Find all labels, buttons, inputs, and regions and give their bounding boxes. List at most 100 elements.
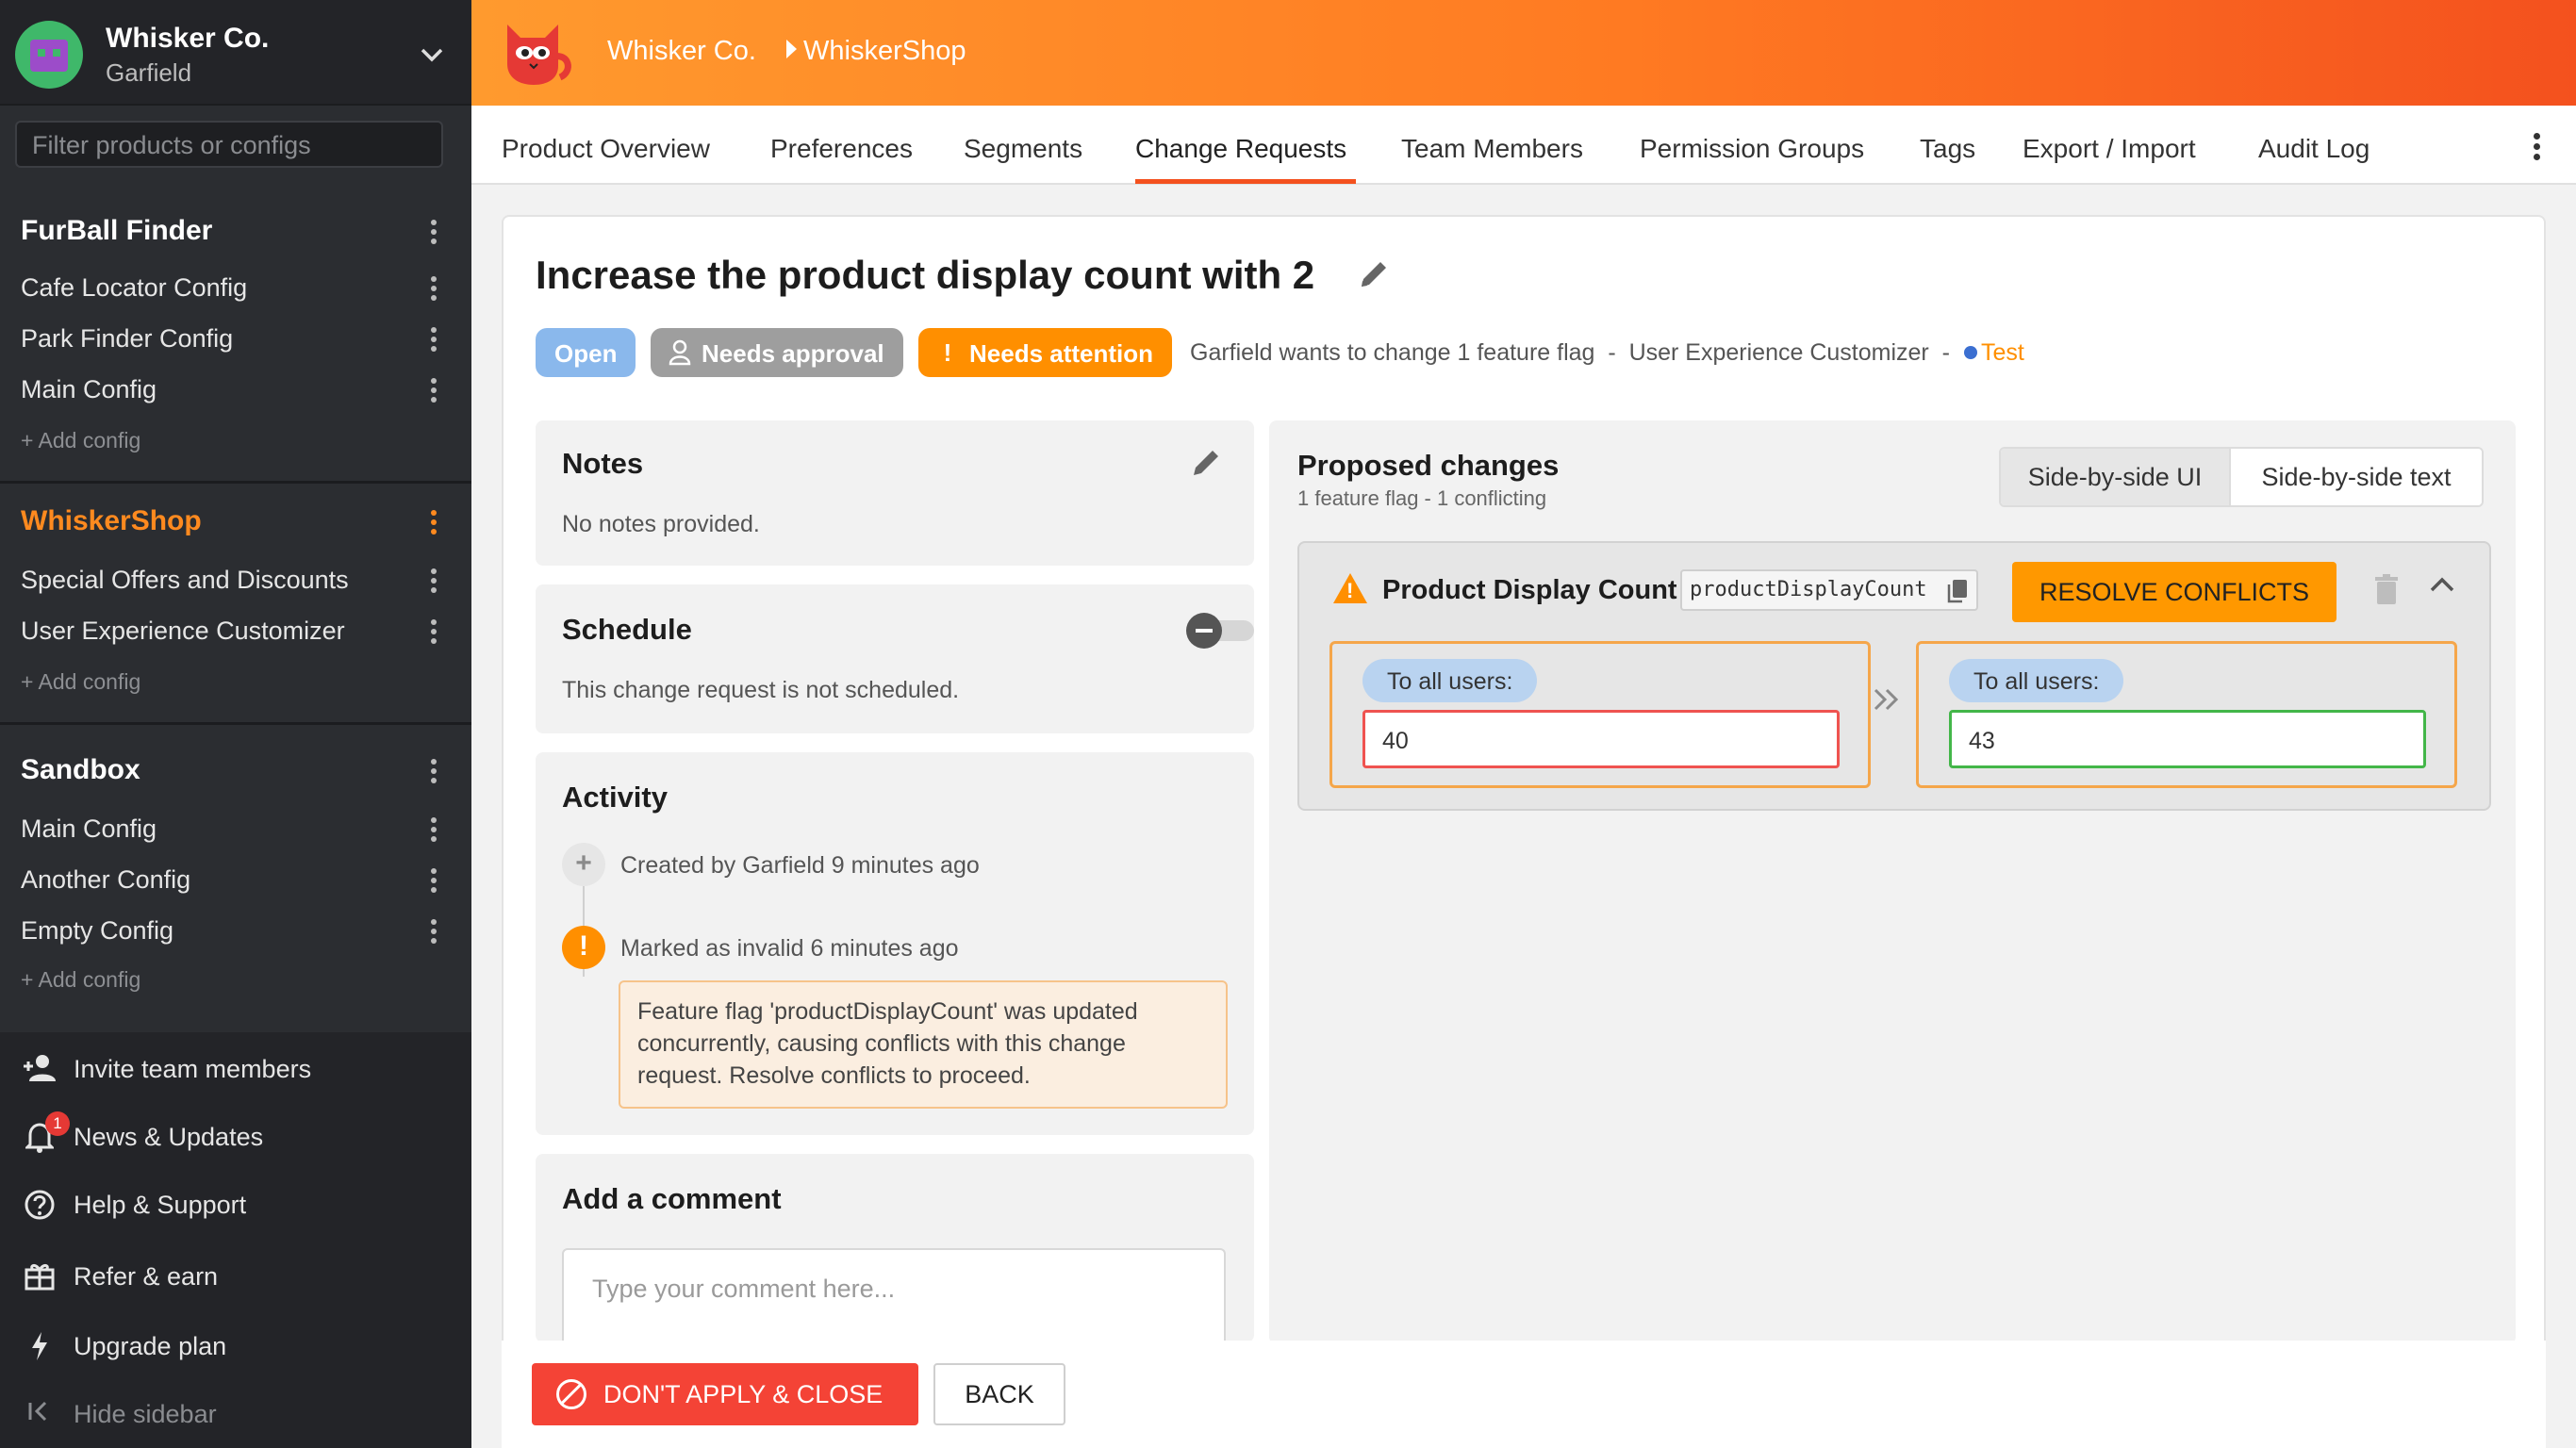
tab-export-import[interactable]: Export / Import	[2023, 134, 2196, 164]
proposed-changes-subtitle: 1 feature flag - 1 conflicting	[1297, 486, 1547, 510]
nav-label: Upgrade plan	[74, 1332, 227, 1360]
meta-config[interactable]: User Experience Customizer	[1629, 339, 1929, 366]
chevron-down-icon[interactable]	[421, 38, 443, 70]
activity-item: Created by Garfield 9 minutes ago	[620, 852, 980, 879]
current-value-box: To all users: 40	[1329, 641, 1871, 788]
config-menu-icon[interactable]	[430, 273, 438, 307]
chevron-up-icon[interactable]	[2429, 575, 2455, 598]
product-tabs: Product Overview Preferences Segments Ch…	[471, 106, 2576, 185]
trash-icon[interactable]	[2374, 573, 2399, 605]
org-name: Whisker Co.	[106, 23, 270, 54]
flag-change-item: Product Display Count productDisplayCoun…	[1297, 541, 2491, 811]
tab-change-requests[interactable]: Change Requests	[1135, 134, 1346, 164]
badge-label: Needs attention	[969, 339, 1154, 368]
breadcrumb-organization[interactable]: Whisker Co.	[607, 36, 756, 67]
help-circle-icon	[21, 1189, 58, 1223]
filter-input[interactable]: Filter products or configs	[15, 121, 443, 168]
dont-apply-close-button[interactable]: DON'T APPLY & CLOSE	[532, 1363, 918, 1425]
config-item[interactable]: Main Config	[21, 814, 157, 844]
comment-panel: Add a comment Type your comment here...	[536, 1154, 1254, 1371]
top-bar: Whisker Co. WhiskerShop	[471, 0, 2576, 106]
sidebar-bottom-nav: Invite team members 1 News & Updates Hel…	[0, 1032, 471, 1448]
plus-icon: +	[562, 843, 605, 886]
activity-item: Marked as invalid 6 minutes ago	[620, 935, 959, 962]
config-menu-icon[interactable]	[430, 566, 438, 600]
lightning-icon	[21, 1330, 58, 1364]
chevron-right-icon	[786, 40, 797, 58]
add-config-button[interactable]: + Add config	[21, 967, 140, 993]
change-request-title: Increase the product display count with …	[536, 253, 1315, 297]
schedule-text: This change request is not scheduled.	[562, 677, 960, 703]
config-item[interactable]: Another Config	[21, 865, 190, 895]
config-item[interactable]: Special Offers and Discounts	[21, 566, 349, 595]
tab-permission-groups[interactable]: Permission Groups	[1640, 134, 1864, 164]
meta-environment[interactable]: Test	[1981, 339, 2024, 366]
meta-separator: -	[1941, 339, 1950, 366]
target-label: To all users:	[1949, 659, 2124, 702]
organization-switcher[interactable]: Whisker Co. Garfield	[0, 0, 471, 106]
config-menu-icon[interactable]	[430, 617, 438, 650]
flag-key: productDisplayCount	[1680, 569, 1978, 611]
change-request-meta: Garfield wants to change 1 feature flag …	[1190, 339, 2024, 367]
proposed-value-field[interactable]: 43	[1949, 710, 2426, 768]
ban-icon	[556, 1379, 586, 1409]
more-menu-icon[interactable]	[2534, 130, 2540, 164]
nav-label: News & Updates	[74, 1123, 264, 1151]
tab-tags[interactable]: Tags	[1920, 134, 1975, 164]
warning-triangle-icon	[1333, 573, 1367, 603]
tab-audit-log[interactable]: Audit Log	[2258, 134, 2370, 164]
config-menu-icon[interactable]	[430, 375, 438, 409]
activity-invalid-note: Feature flag 'productDisplayCount' was u…	[619, 980, 1228, 1109]
edit-notes-icon[interactable]	[1190, 447, 1224, 481]
tab-preferences[interactable]: Preferences	[770, 134, 913, 164]
config-item[interactable]: Main Config	[21, 375, 157, 404]
double-chevron-right-icon	[1873, 684, 1901, 721]
user-name: Garfield	[106, 58, 192, 87]
tab-team-members[interactable]: Team Members	[1401, 134, 1583, 164]
current-value-field[interactable]: 40	[1362, 710, 1840, 768]
config-item[interactable]: Park Finder Config	[21, 324, 233, 354]
nav-label: Hide sidebar	[74, 1400, 217, 1428]
badge-label: Needs approval	[702, 339, 884, 368]
target-label: To all users:	[1362, 659, 1538, 702]
comment-title: Add a comment	[562, 1182, 782, 1215]
product-title[interactable]: Sandbox	[21, 754, 140, 786]
tab-product-overview[interactable]: Product Overview	[502, 134, 710, 164]
divider	[0, 722, 471, 725]
proposed-changes-title: Proposed changes	[1297, 449, 1560, 482]
edit-title-icon[interactable]	[1358, 258, 1392, 292]
cat-logo-icon[interactable]	[500, 19, 575, 87]
divider	[0, 481, 471, 484]
config-menu-icon[interactable]	[430, 865, 438, 899]
product-menu-icon[interactable]	[430, 507, 438, 541]
add-config-button[interactable]: + Add config	[21, 428, 140, 453]
config-item[interactable]: Cafe Locator Config	[21, 273, 247, 303]
config-menu-icon[interactable]	[430, 324, 438, 358]
view-side-by-side-text[interactable]: Side-by-side text	[2231, 449, 2482, 505]
notes-title: Notes	[562, 447, 644, 480]
change-request-card: Increase the product display count with …	[502, 215, 2546, 1448]
active-tab-indicator	[1135, 179, 1356, 184]
config-item[interactable]: Empty Config	[21, 916, 173, 946]
activity-panel: Activity + Created by Garfield 9 minutes…	[536, 752, 1254, 1135]
product-menu-icon[interactable]	[430, 756, 438, 790]
view-side-by-side-ui[interactable]: Side-by-side UI	[2001, 449, 2231, 505]
schedule-title: Schedule	[562, 613, 692, 646]
breadcrumb-product[interactable]: WhiskerShop	[803, 36, 966, 67]
product-title[interactable]: WhiskerShop	[21, 505, 202, 537]
config-item[interactable]: User Experience Customizer	[21, 617, 345, 646]
nav-label: Invite team members	[74, 1055, 312, 1083]
schedule-toggle[interactable]	[1186, 613, 1256, 649]
config-menu-icon[interactable]	[430, 916, 438, 950]
product-menu-icon[interactable]	[430, 217, 438, 251]
resolve-conflicts-button[interactable]: RESOLVE CONFLICTS	[2012, 562, 2337, 622]
view-mode-toggle: Side-by-side UI Side-by-side text	[1999, 447, 2484, 507]
product-title[interactable]: FurBall Finder	[21, 215, 212, 247]
config-menu-icon[interactable]	[430, 814, 438, 848]
button-label: DON'T APPLY & CLOSE	[603, 1380, 883, 1408]
back-button[interactable]: BACK	[933, 1363, 1065, 1425]
schedule-panel: Schedule This change request is not sche…	[536, 584, 1254, 733]
copy-icon[interactable]	[1946, 578, 1969, 604]
add-config-button[interactable]: + Add config	[21, 669, 140, 695]
tab-segments[interactable]: Segments	[964, 134, 1082, 164]
